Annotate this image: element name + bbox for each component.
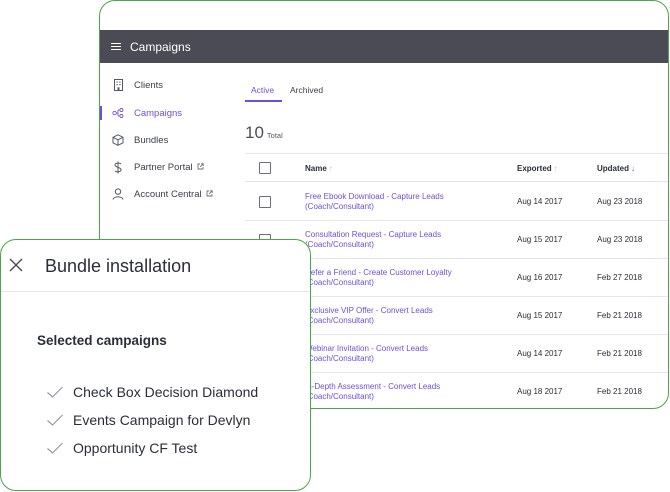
box-icon <box>112 134 124 146</box>
modal-header: Bundle installation <box>1 240 310 292</box>
campaign-name-link[interactable]: Refer a Friend - Create Customer Loyalty… <box>305 268 470 288</box>
updated-date: Aug 23 2018 <box>597 197 643 206</box>
dollar-icon <box>112 161 124 173</box>
exported-date: Aug 16 2017 <box>517 273 563 282</box>
column-exported-label: Exported <box>517 164 552 173</box>
total-label: Total <box>266 131 283 140</box>
external-link-icon <box>206 189 213 199</box>
sidebar-item-label: Partner Portal <box>134 161 193 173</box>
updated-date: Feb 21 2018 <box>597 311 642 320</box>
selected-campaign-label: Events Campaign for Devlyn <box>73 412 251 428</box>
table-row[interactable]: Free Ebook Download - Capture Leads (Coa… <box>245 183 668 221</box>
selected-campaigns-heading: Selected campaigns <box>37 333 167 348</box>
updated-date: Aug 23 2018 <box>597 235 643 244</box>
campaign-name-link[interactable]: In-Depth Assessment - Convert Leads (Coa… <box>305 382 470 402</box>
campaign-name-link[interactable]: Webinar Invitation - Convert Leads (Coac… <box>305 344 470 364</box>
selected-campaign-label: Opportunity CF Test <box>73 440 198 456</box>
sidebar-item-label: Account Central <box>134 188 202 200</box>
exported-date: Aug 18 2017 <box>517 387 563 396</box>
campaign-name-link[interactable]: Free Ebook Download - Capture Leads (Coa… <box>305 192 470 212</box>
column-updated-header[interactable]: Updated ↓ <box>597 164 635 173</box>
exported-date: Aug 15 2017 <box>517 311 563 320</box>
sidebar-item-label: Campaigns <box>134 107 183 119</box>
page-title: Campaigns <box>130 39 191 54</box>
column-name-label: Name <box>305 164 327 173</box>
total-count: 10 Total <box>245 123 283 143</box>
selected-campaign-item: Events Campaign for Devlyn <box>46 411 250 429</box>
menu-icon[interactable] <box>111 42 121 51</box>
total-number: 10 <box>245 123 264 142</box>
sort-down-icon: ↓ <box>631 164 635 173</box>
close-icon[interactable] <box>8 257 24 273</box>
active-tab-indicator <box>245 100 282 102</box>
modal-title: Bundle installation <box>45 256 192 276</box>
sidebar-item-label: Clients <box>134 79 164 91</box>
row-checkbox[interactable] <box>259 196 271 208</box>
sort-up-icon: ↑ <box>553 164 558 173</box>
table-header: Name ↑ Exported ↑ Updated ↓ <box>245 153 668 182</box>
bundle-installation-modal: Bundle installation Selected campaigns C… <box>0 239 311 491</box>
sidebar-item-account-central[interactable]: Account Central <box>100 184 240 204</box>
check-icon <box>46 385 64 399</box>
campaign-name-link[interactable]: Consultation Request - Capture Leads (Co… <box>305 230 470 250</box>
campaign-name-link[interactable]: Exclusive VIP Offer - Convert Leads (Coa… <box>305 306 470 326</box>
column-updated-label: Updated <box>597 164 629 173</box>
external-link-icon <box>197 162 204 172</box>
sidebar-item-campaigns[interactable]: Campaigns <box>100 103 240 123</box>
selected-campaign-item: Opportunity CF Test <box>46 439 197 457</box>
exported-date: Aug 14 2017 <box>517 349 563 358</box>
top-bar: Campaigns <box>100 30 668 63</box>
sort-up-icon: ↑ <box>328 164 333 173</box>
tab-archived[interactable]: Archived <box>290 85 323 95</box>
updated-date: Feb 21 2018 <box>597 387 642 396</box>
sidebar-item-clients[interactable]: Clients <box>100 75 240 95</box>
check-icon <box>46 413 64 427</box>
column-name-header[interactable]: Name ↑ <box>305 164 333 173</box>
sidebar-item-label: Bundles <box>134 134 169 146</box>
sidebar-item-bundles[interactable]: Bundles <box>100 130 240 150</box>
updated-date: Feb 21 2018 <box>597 349 642 358</box>
select-all-checkbox[interactable] <box>259 162 271 174</box>
flow-icon <box>112 107 124 119</box>
check-icon <box>46 441 64 455</box>
user-icon <box>112 188 124 200</box>
exported-date: Aug 14 2017 <box>517 197 563 206</box>
updated-date: Feb 27 2018 <box>597 273 642 282</box>
sidebar-item-partner-portal[interactable]: Partner Portal <box>100 157 240 177</box>
building-icon <box>112 79 124 91</box>
selected-campaign-label: Check Box Decision Diamond <box>73 384 259 400</box>
column-exported-header[interactable]: Exported ↑ <box>517 164 558 173</box>
exported-date: Aug 15 2017 <box>517 235 563 244</box>
selected-campaign-item: Check Box Decision Diamond <box>46 383 258 401</box>
tab-active[interactable]: Active <box>251 85 274 95</box>
